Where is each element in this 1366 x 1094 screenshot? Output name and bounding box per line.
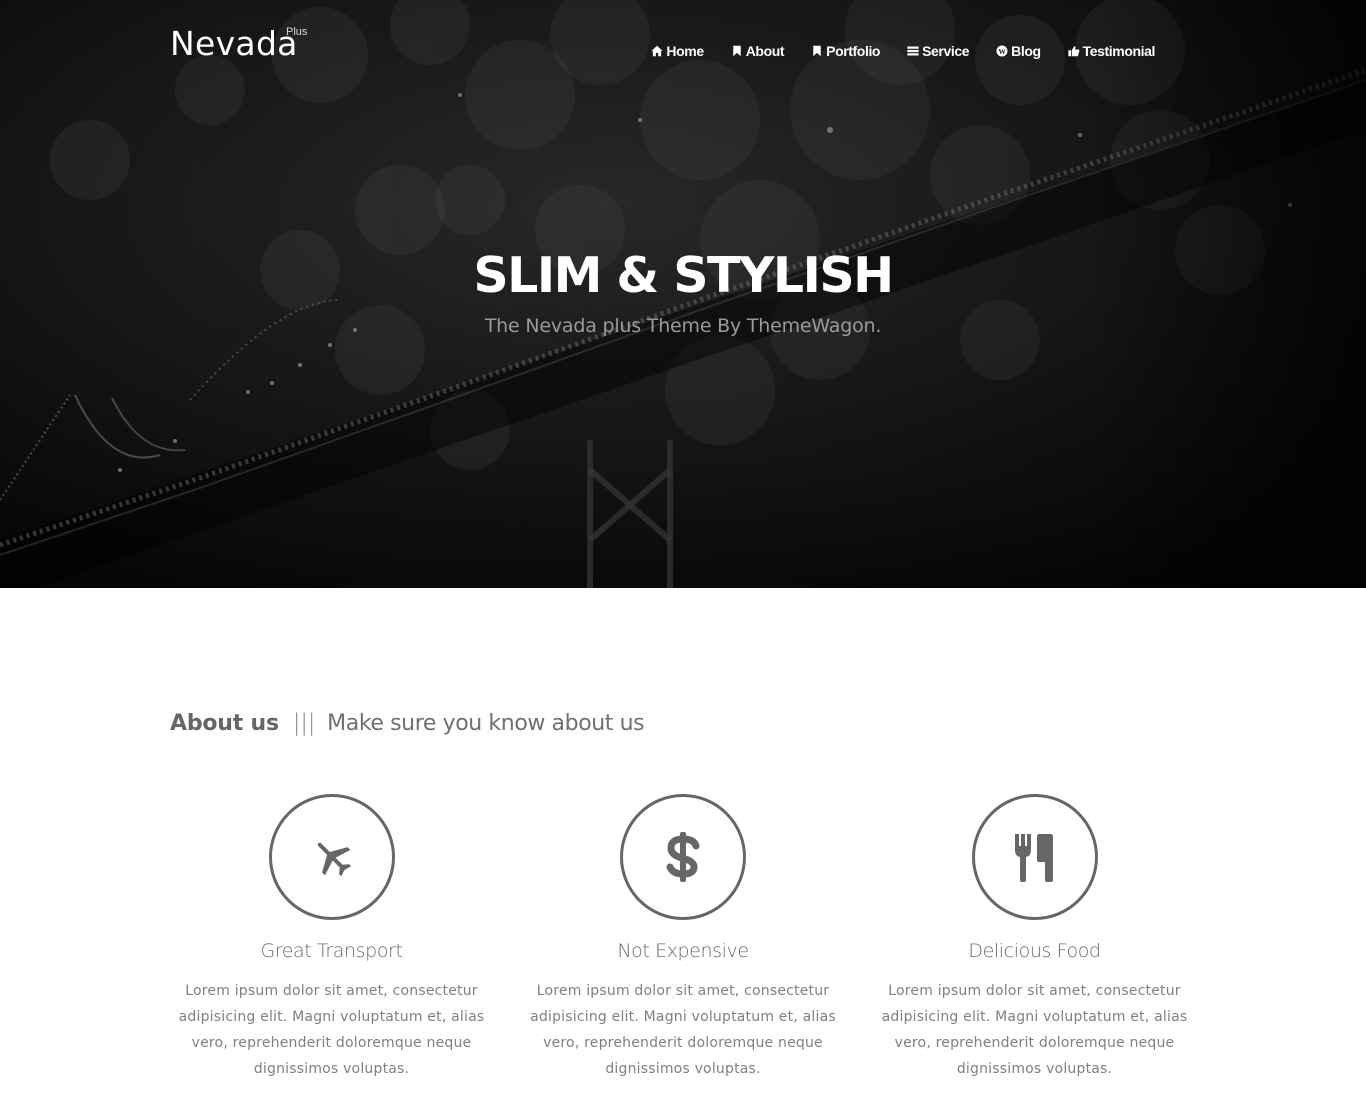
nav-item-testimonial[interactable]: Testimonial [1067,42,1155,60]
feature-icon-circle [971,794,1098,920]
feature-card: Delicious Food Lorem ipsum dolor sit ame… [859,794,1210,1082]
nav-item-home[interactable]: Home [650,42,704,60]
feature-title: Not Expensive [617,940,749,962]
plane-icon [317,842,351,877]
nav-item-about[interactable]: About [730,42,785,60]
tasks-icon [906,44,920,58]
nav-item-blog[interactable]: W Blog [995,42,1041,60]
cutlery-icon [1014,834,1053,882]
feature-card: Great Transport Lorem ipsum dolor sit am… [156,794,507,1082]
feature-icon-circle [620,794,746,920]
brand-name: Nevada [170,24,298,63]
nav-label: Service [922,43,970,59]
about-heading-separator: ||| [292,710,316,736]
feature-text: Lorem ipsum dolor sit amet, consectetur … [178,983,485,1077]
bookmark-icon [730,44,744,58]
hero-subtitle: The Nevada plus Theme By ThemeWagon. [484,315,882,337]
features-row: Great Transport Lorem ipsum dolor sit am… [156,794,1210,1082]
nav-label: Home [666,43,704,59]
svg-text:W: W [999,47,1007,56]
brand-superscript: Plus [286,26,308,38]
about-heading: About us ||| Make sure you know about us [170,706,645,741]
thumbs-up-icon [1067,44,1081,58]
nav-label: Blog [1011,43,1041,59]
feature-card: Not Expensive Lorem ipsum dolor sit amet… [508,794,859,1082]
brand-logo[interactable]: Nevada [170,24,298,64]
hero-section: Nevada Plus Home About Portfolio Service… [0,0,1366,588]
nav-label: About [745,43,785,59]
nav-label: Portfolio [826,43,881,59]
about-heading-subtitle: Make sure you know about us [327,711,645,736]
about-heading-title: About us [170,711,279,736]
main-nav: Home About Portfolio Service W Blog Test… [650,42,1155,60]
feature-icon-circle [268,794,395,920]
nav-item-portfolio[interactable]: Portfolio [810,42,880,60]
feature-title: Great Transport [260,940,403,962]
navbar: Nevada Plus Home About Portfolio Service… [0,0,1366,90]
wordpress-icon: W [995,44,1009,58]
home-icon [650,44,664,58]
feature-title: Delicious Food [968,940,1101,962]
dollar-icon [666,832,700,882]
hero-title: SLIM & STYLISH [473,247,894,304]
feature-text: Lorem ipsum dolor sit amet, consectetur … [881,983,1188,1077]
feature-text: Lorem ipsum dolor sit amet, consectetur … [530,983,836,1077]
bookmark-icon [810,44,824,58]
nav-label: Testimonial [1082,43,1156,59]
nav-item-service[interactable]: Service [906,42,970,60]
